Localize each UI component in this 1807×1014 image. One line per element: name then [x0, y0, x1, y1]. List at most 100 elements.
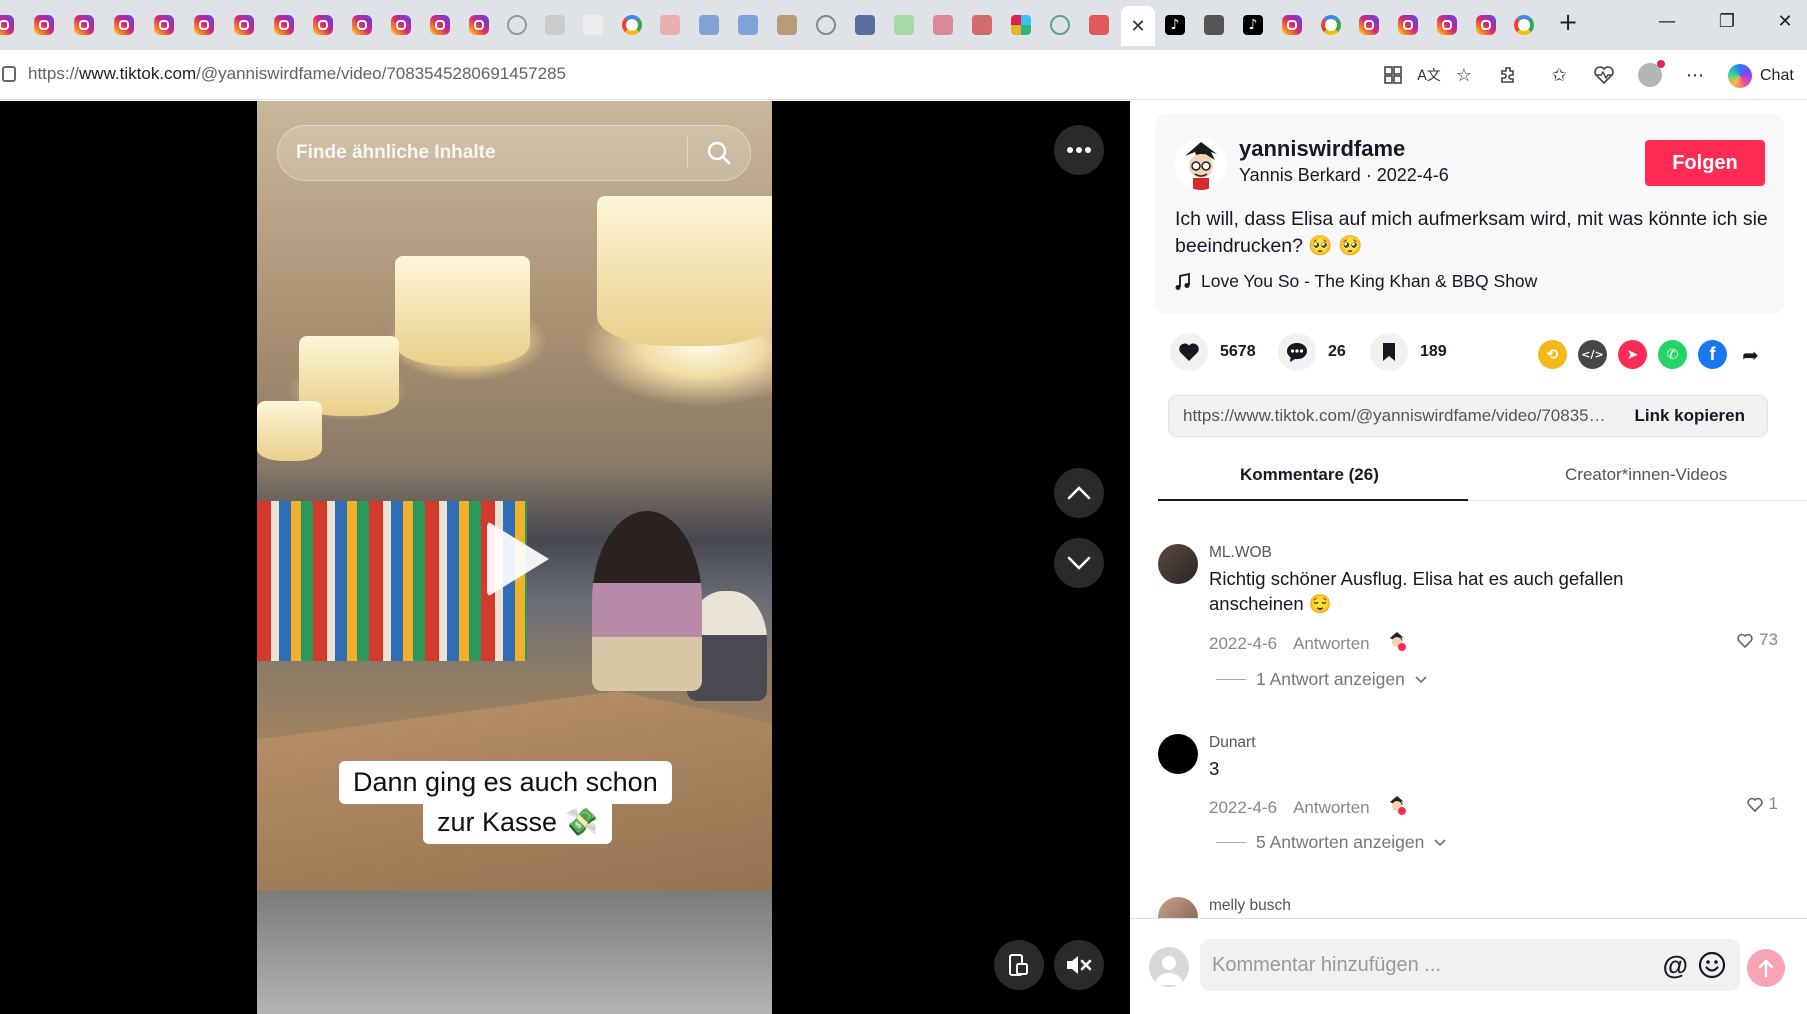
comment-like[interactable]: 1: [1746, 794, 1778, 814]
more-menu-icon[interactable]: ⋯: [1683, 63, 1707, 87]
close-window-button[interactable]: ✕: [1770, 11, 1800, 32]
comment-like[interactable]: 73: [1737, 630, 1778, 650]
tab-google[interactable]: [618, 11, 646, 39]
copilot-chat-button[interactable]: Chat: [1728, 62, 1794, 90]
floating-player-button[interactable]: [994, 940, 1044, 990]
tab-creator-videos[interactable]: Creator*innen-Videos: [1565, 465, 1727, 485]
commenter-avatar[interactable]: [1158, 897, 1198, 919]
tab-instagram[interactable]: [465, 11, 493, 39]
tab-instagram[interactable]: [1355, 11, 1383, 39]
commenter-name[interactable]: Dunart: [1209, 734, 1256, 752]
comment-input[interactable]: [1200, 953, 1663, 977]
mention-button[interactable]: @: [1663, 950, 1688, 981]
tab-misc[interactable]: [968, 11, 996, 39]
previous-video-button[interactable]: [1054, 468, 1104, 518]
tab-instagram[interactable]: [1394, 11, 1422, 39]
tab-tiktok[interactable]: ♪: [1161, 11, 1189, 39]
tab-comments[interactable]: Kommentare (26): [1240, 465, 1379, 485]
tab-instagram[interactable]: [1472, 11, 1500, 39]
tab-misc[interactable]: [890, 11, 918, 39]
facebook-share-button[interactable]: f: [1698, 340, 1727, 369]
unmute-button[interactable]: [1054, 940, 1104, 990]
tab-instagram[interactable]: [1278, 11, 1306, 39]
like-action[interactable]: 5678: [1170, 333, 1256, 371]
app-grid-icon[interactable]: [1381, 63, 1405, 87]
view-replies-button[interactable]: 5 Antworten anzeigen: [1216, 832, 1446, 853]
like-button[interactable]: [1170, 333, 1208, 371]
url-field[interactable]: https://www.tiktok.com/@yanniswirdfame/v…: [28, 64, 566, 84]
tab-instagram[interactable]: [1433, 11, 1461, 39]
creator-avatar[interactable]: [1175, 138, 1227, 190]
repost-share-button[interactable]: ⟲: [1538, 340, 1567, 369]
send-to-friends-button[interactable]: ➤: [1618, 340, 1647, 369]
save-button[interactable]: [1370, 333, 1408, 371]
tab-instagram[interactable]: [230, 11, 258, 39]
video-player[interactable]: Finde ähnliche Inhalte Dann ging es auch…: [257, 101, 772, 1014]
tab-instagram[interactable]: [110, 11, 138, 39]
save-action[interactable]: 189: [1370, 333, 1447, 371]
favorites-icon[interactable]: ✩: [1547, 63, 1571, 87]
tab-google[interactable]: [1317, 11, 1345, 39]
tab-instagram[interactable]: [150, 11, 178, 39]
tab-misc[interactable]: [851, 11, 879, 39]
search-icon[interactable]: [688, 126, 750, 180]
tab-misc[interactable]: [773, 11, 801, 39]
tab-misc[interactable]: [734, 11, 762, 39]
tab-instagram[interactable]: [426, 11, 454, 39]
commenter-name[interactable]: melly busch: [1209, 897, 1291, 915]
tab-misc[interactable]: [929, 11, 957, 39]
tab-instagram[interactable]: [270, 11, 298, 39]
tab-misc[interactable]: [1046, 11, 1074, 39]
video-link-url[interactable]: https://www.tiktok.com/@yanniswirdfame/v…: [1169, 406, 1612, 426]
tab-instagram[interactable]: [70, 11, 98, 39]
tab-active-tiktok[interactable]: ✕: [1121, 6, 1155, 46]
tab-tiktok[interactable]: ♪: [1239, 11, 1267, 39]
similar-content-search[interactable]: Finde ähnliche Inhalte: [277, 125, 751, 181]
more-options-button[interactable]: [1054, 125, 1104, 175]
profile-avatar[interactable]: [1638, 60, 1665, 87]
translate-icon[interactable]: A文: [1417, 63, 1441, 87]
commenter-avatar[interactable]: [1158, 734, 1198, 774]
play-icon[interactable]: [487, 521, 549, 597]
embed-share-button[interactable]: </>: [1578, 340, 1607, 369]
close-tab-icon[interactable]: ✕: [1130, 16, 1145, 37]
comment-action[interactable]: 26: [1278, 333, 1346, 371]
reply-button[interactable]: Antworten: [1293, 634, 1370, 654]
reply-button[interactable]: Antworten: [1293, 798, 1370, 818]
tab-globe[interactable]: [812, 11, 840, 39]
view-replies-button[interactable]: 1 Antwort anzeigen: [1216, 669, 1427, 690]
emoji-button[interactable]: [1698, 951, 1726, 979]
tab-misc[interactable]: [579, 11, 607, 39]
creator-username[interactable]: yanniswirdfame: [1239, 136, 1405, 162]
next-video-button[interactable]: [1054, 538, 1104, 588]
maximize-button[interactable]: ❐: [1712, 11, 1742, 32]
more-share-button[interactable]: ➦: [1736, 340, 1765, 369]
follow-button[interactable]: Folgen: [1645, 140, 1765, 186]
minimize-button[interactable]: —: [1652, 11, 1682, 32]
tab-misc[interactable]: [656, 11, 684, 39]
tab-google[interactable]: [1510, 11, 1538, 39]
whatsapp-share-button[interactable]: ✆: [1658, 340, 1687, 369]
tab-misc[interactable]: [695, 11, 723, 39]
tab-youtube[interactable]: [1085, 11, 1113, 39]
copy-link-button[interactable]: Link kopieren: [1612, 406, 1767, 426]
send-comment-button[interactable]: [1747, 949, 1785, 987]
tab-instagram[interactable]: [309, 11, 337, 39]
extensions-icon[interactable]: [1497, 63, 1521, 87]
tab-history[interactable]: [503, 11, 531, 39]
health-icon[interactable]: [1592, 63, 1616, 87]
commenter-avatar[interactable]: [1158, 544, 1198, 584]
tab-misc[interactable]: [1200, 11, 1228, 39]
tab-instagram[interactable]: [348, 11, 376, 39]
tab-instagram[interactable]: [0, 11, 18, 39]
tab-instagram[interactable]: [387, 11, 415, 39]
tab-slack[interactable]: [1007, 11, 1035, 39]
favorite-star-icon[interactable]: ☆: [1452, 63, 1476, 87]
comment-button[interactable]: [1278, 333, 1316, 371]
tab-misc[interactable]: [541, 11, 569, 39]
tab-instagram[interactable]: [190, 11, 218, 39]
commenter-name[interactable]: ML.WOB: [1209, 544, 1272, 562]
tab-instagram[interactable]: [30, 11, 58, 39]
music-link[interactable]: Love You So - The King Khan & BBQ Show: [1175, 271, 1537, 292]
new-tab-button[interactable]: +: [1553, 8, 1583, 36]
